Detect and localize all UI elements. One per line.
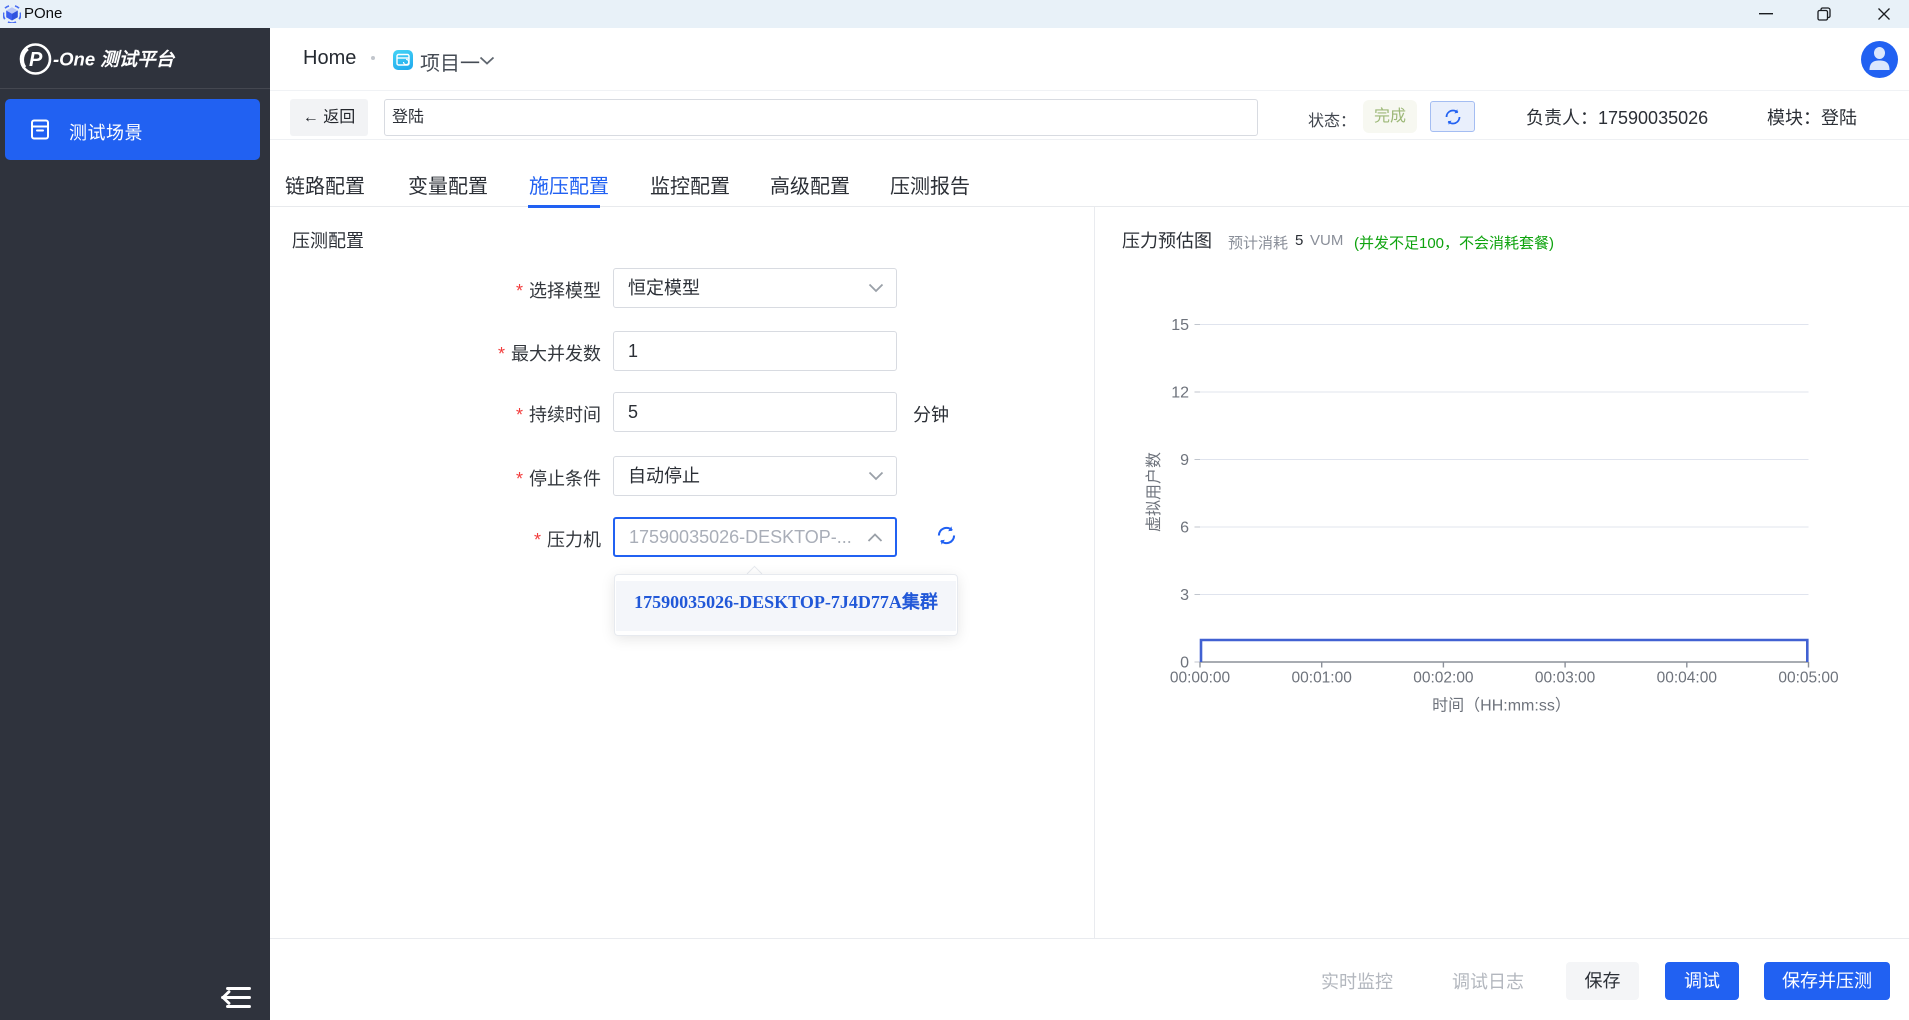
svg-text:00:05:00: 00:05:00 [1778, 670, 1839, 687]
svg-text:6: 6 [1180, 520, 1189, 537]
svg-text:00:04:00: 00:04:00 [1657, 670, 1718, 687]
svg-text:12: 12 [1171, 385, 1189, 402]
svg-text:P: P [29, 49, 43, 71]
svg-text:00:01:00: 00:01:00 [1292, 670, 1353, 687]
svg-text:虚拟用户数: 虚拟用户数 [1145, 452, 1163, 532]
svg-text:00:02:00: 00:02:00 [1413, 670, 1474, 687]
svg-text:3: 3 [1180, 587, 1189, 604]
svg-text:-One 测试平台: -One 测试平台 [53, 49, 176, 70]
svg-text:9: 9 [1180, 452, 1189, 469]
svg-text:00:00:00: 00:00:00 [1170, 670, 1231, 687]
svg-text:00:03:00: 00:03:00 [1535, 670, 1596, 687]
svg-text:时间（HH:mm:ss）: 时间（HH:mm:ss） [1432, 697, 1571, 715]
svg-text:15: 15 [1171, 317, 1189, 334]
